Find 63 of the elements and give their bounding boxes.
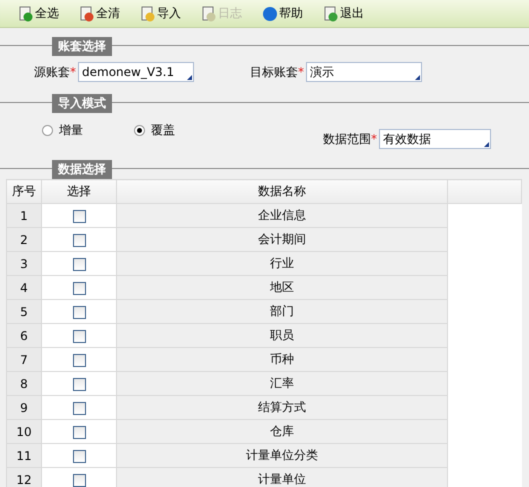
column-header: 数据名称 [116, 180, 448, 204]
required-mark: * [371, 132, 377, 146]
document-icon [323, 6, 339, 22]
checkbox[interactable] [72, 402, 86, 415]
checkbox[interactable] [72, 354, 86, 367]
table-cell: 9 [6, 396, 42, 420]
field-label: 源账套 [34, 64, 70, 80]
combo-field[interactable]: demonew_V3.1 [78, 62, 194, 82]
section-legend: 数据选择 [52, 160, 112, 178]
table-cell: 地区 [116, 276, 448, 300]
table-cell: 职员 [116, 324, 448, 348]
section-legend: 账套选择 [52, 36, 112, 56]
table-cell: 汇率 [116, 372, 448, 396]
table-cell: 4 [6, 276, 42, 300]
checkbox[interactable] [72, 450, 86, 463]
table-cell: 3 [6, 252, 42, 276]
field-label: 数据范围 [323, 130, 371, 148]
checkbox[interactable] [72, 378, 86, 391]
combo-field[interactable]: 有效数据 [379, 129, 491, 149]
toolbar-button[interactable]: 导入 [140, 5, 181, 22]
table-cell: 5 [6, 300, 42, 324]
field-label: 目标账套 [250, 64, 298, 80]
checkbox[interactable] [72, 258, 86, 271]
table-cell: 企业信息 [116, 204, 448, 228]
required-mark: * [298, 65, 304, 79]
table-cell: 会计期间 [116, 228, 448, 252]
table-cell: 行业 [116, 252, 448, 276]
table-cell: 10 [6, 420, 42, 444]
table-cell: 1 [6, 204, 42, 228]
checkbox[interactable] [72, 306, 86, 319]
table-cell: 11 [6, 444, 42, 468]
table-cell: 结算方式 [116, 396, 448, 420]
document-icon [79, 6, 95, 22]
document-icon [140, 6, 156, 22]
table-cell: 6 [6, 324, 42, 348]
radio-option[interactable]: 增量 [42, 122, 102, 139]
checkbox[interactable] [72, 330, 86, 343]
document-icon [201, 6, 217, 22]
toolbar-button[interactable]: 全选 [18, 5, 59, 22]
document-icon [18, 6, 34, 22]
table-cell: 部门 [116, 300, 448, 324]
required-mark: * [70, 65, 76, 79]
table-cell: 8 [6, 372, 42, 396]
column-header: 选择 [42, 180, 116, 204]
radio-option[interactable]: 覆盖 [134, 122, 194, 139]
table-cell: 计量单位分类 [116, 444, 448, 468]
table-cell: 12 [6, 468, 42, 487]
checkbox[interactable] [72, 426, 86, 439]
table-cell: 2 [6, 228, 42, 252]
toolbar-button[interactable]: 退出 [323, 5, 364, 22]
toolbar-button[interactable]: 帮助 [262, 5, 303, 22]
checkbox[interactable] [72, 210, 86, 223]
combo-field[interactable]: 演示 [306, 62, 422, 82]
table-cell: 计量单位 [116, 468, 448, 487]
checkbox[interactable] [72, 282, 86, 295]
toolbar-button[interactable]: 全清 [79, 5, 120, 22]
table-cell: 币种 [116, 348, 448, 372]
table-cell: 7 [6, 348, 42, 372]
column-header: 序号 [6, 180, 42, 204]
table-cell: 仓库 [116, 420, 448, 444]
checkbox[interactable] [72, 474, 86, 487]
section-legend: 导入模式 [52, 94, 112, 112]
checkbox[interactable] [72, 234, 86, 247]
